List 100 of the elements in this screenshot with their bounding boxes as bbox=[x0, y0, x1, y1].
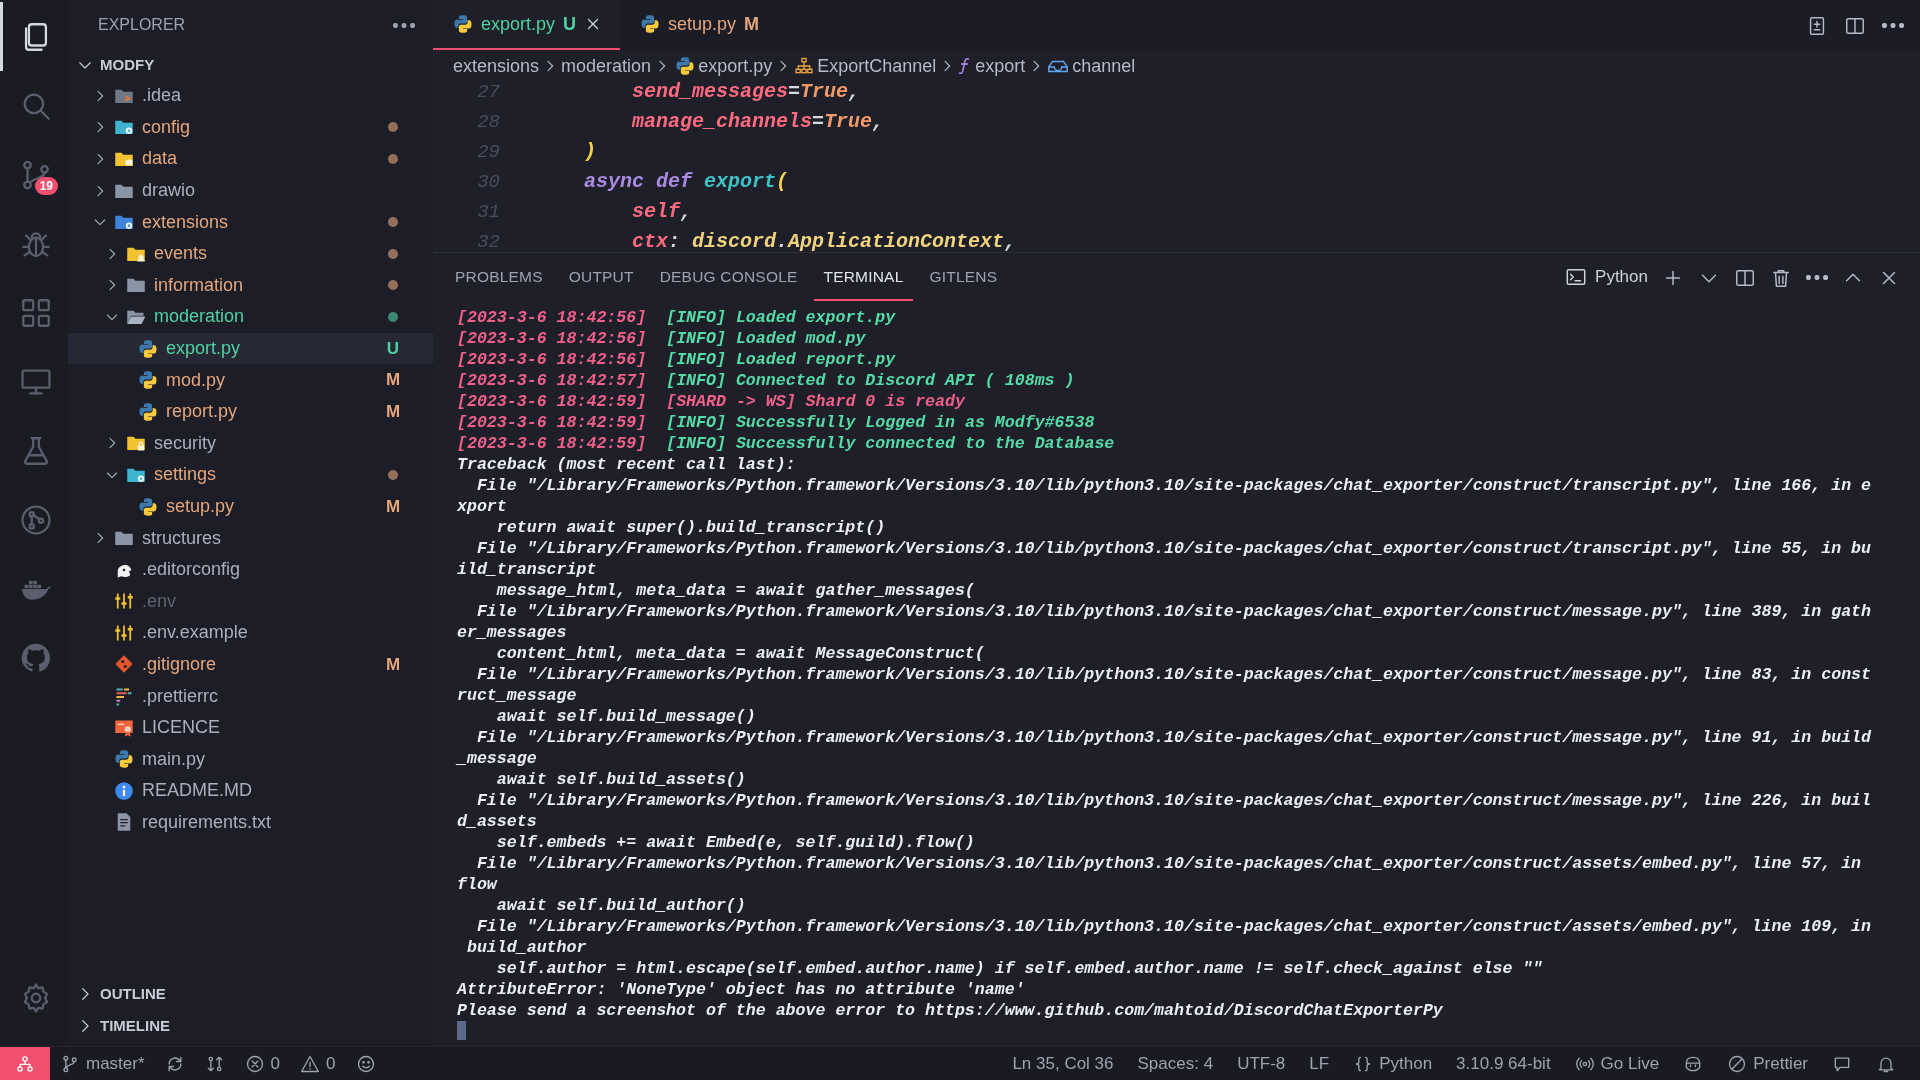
breadcrumb-item[interactable]: extensions bbox=[453, 52, 540, 80]
breadcrumb-item[interactable]: export bbox=[975, 52, 1026, 80]
hierarchy-icon bbox=[794, 56, 815, 76]
breadcrumb-item[interactable]: moderation bbox=[561, 52, 652, 80]
tree-item[interactable]: security bbox=[68, 427, 433, 460]
python-icon bbox=[138, 370, 158, 391]
editor-tab[interactable]: export.py U bbox=[433, 0, 621, 50]
status-item[interactable]: Ln 35, Col 36 bbox=[1000, 1047, 1126, 1080]
terminal-line: File "/Library/Frameworks/Python.framework/Versions/3.10/lib/python3.10/site-packages/chat_exporter/construct/message.py", line 226, in buil bbox=[475, 791, 1872, 810]
breadcrumb-item[interactable]: export.py bbox=[698, 52, 773, 80]
tree-item[interactable]: .editorconfig bbox=[68, 553, 433, 586]
status-item[interactable]: 3.10.9 64-bit bbox=[1444, 1047, 1563, 1080]
status-item[interactable]: Prettier bbox=[1715, 1047, 1820, 1080]
code-line: ctx: discord.ApplicationContext, bbox=[631, 229, 1017, 252]
info-icon bbox=[114, 780, 134, 801]
status-item[interactable]: 0 bbox=[234, 1047, 291, 1080]
tree-item[interactable]: .prettierrc bbox=[68, 680, 433, 712]
terminal-line: message_html, meta_data = await gather_messages( bbox=[495, 581, 975, 600]
section-header[interactable]: MODFY bbox=[68, 50, 433, 80]
tree-item[interactable]: mod.py M bbox=[68, 364, 433, 396]
diamond-icon bbox=[114, 654, 134, 675]
terminal-line: File "/Library/Frameworks/Python.framework/Versions/3.10/lib/python3.10/site-packages/chat_exporter/construct/assets/embed.py", line 57, in bbox=[475, 854, 1862, 873]
terminal-line: Traceback (most recent call last): bbox=[457, 455, 796, 474]
git-status-letter: U bbox=[385, 337, 401, 360]
timestamp: [2023-3-6 18:42:56] bbox=[457, 308, 647, 327]
timestamp: [2023-3-6 18:42:56] bbox=[457, 350, 647, 369]
log-message: [INFO] Loaded export.py bbox=[666, 308, 896, 327]
editor-tab[interactable]: setup.py M bbox=[620, 0, 778, 50]
error-icon bbox=[244, 1053, 265, 1074]
python-icon bbox=[138, 496, 158, 517]
timestamp: [2023-3-6 18:42:57] bbox=[457, 371, 647, 390]
status-item[interactable]: Python bbox=[1341, 1047, 1445, 1080]
more-icon bbox=[1806, 275, 1828, 281]
terminal-line: AttributeError: 'NoneType' object has no attribute 'name' bbox=[457, 980, 1025, 999]
git-status-letter: M bbox=[384, 369, 402, 392]
panel-tab[interactable]: DEBUG CONSOLE bbox=[649, 253, 808, 301]
timestamp: [2023-3-6 18:42:59] bbox=[457, 392, 647, 411]
tree-item[interactable]: drawio bbox=[68, 174, 433, 207]
tree-item[interactable]: moderation bbox=[68, 301, 433, 333]
breadcrumb-item[interactable]: channel bbox=[1072, 52, 1136, 80]
tree-item[interactable]: settings bbox=[68, 459, 433, 491]
smiley-icon bbox=[355, 1053, 376, 1074]
terminal-line: await self.build_assets() bbox=[495, 770, 746, 789]
terminal-line: return await super().build_transcript() bbox=[495, 518, 886, 537]
more-icon bbox=[393, 23, 415, 29]
status-item[interactable]: Go Live bbox=[1562, 1047, 1672, 1080]
tree-item[interactable]: .idea bbox=[68, 80, 433, 112]
status-item[interactable]: master* bbox=[50, 1047, 155, 1080]
tree-item[interactable]: data bbox=[68, 143, 433, 175]
terminal-line: xport bbox=[457, 497, 507, 516]
status-item[interactable]: UTF-8 bbox=[1225, 1047, 1298, 1080]
terminal-line: File "/Library/Frameworks/Python.framework/Versions/3.10/lib/python3.10/site-packages/chat_exporter/construct/assets/embed.py", line 109, in bbox=[475, 917, 1872, 936]
log-message: [INFO] Successfully Logged in as Modfy#6538 bbox=[666, 413, 1095, 432]
status-item[interactable]: LF bbox=[1297, 1047, 1342, 1080]
git-status-letter: M bbox=[384, 653, 402, 676]
panel-tab[interactable]: GITLENS bbox=[919, 253, 1008, 301]
terminal-line: ruct_message bbox=[457, 686, 577, 705]
python-icon bbox=[138, 401, 158, 422]
status-item[interactable]: Spaces: 4 bbox=[1125, 1047, 1226, 1080]
code-line: self, bbox=[631, 199, 693, 225]
code-line: async def export( bbox=[583, 169, 789, 195]
panel-tab[interactable]: OUTPUT bbox=[558, 253, 644, 301]
striped-icon bbox=[114, 686, 134, 707]
tree-item[interactable]: .env.example bbox=[68, 617, 433, 649]
sliders-icon bbox=[114, 591, 134, 612]
tree-item[interactable]: setup.py M bbox=[68, 490, 433, 523]
tree-item[interactable]: .gitignore M bbox=[68, 648, 433, 681]
terminal-selector[interactable]: Python bbox=[1565, 264, 1648, 290]
tree-item[interactable]: structures bbox=[68, 522, 433, 554]
section-header[interactable]: OUTLINE bbox=[68, 978, 433, 1010]
terminal-line: flow bbox=[457, 875, 497, 894]
code-line: send_messages=True, bbox=[631, 82, 861, 105]
gitlens-icon bbox=[18, 502, 53, 537]
log-message: [INFO] Loaded mod.py bbox=[666, 329, 866, 348]
git-status-letter: U bbox=[563, 12, 577, 36]
tree-item[interactable]: export.py U bbox=[68, 332, 433, 365]
terminal-line: File "/Library/Frameworks/Python.framework/Versions/3.10/lib/python3.10/site-packages/chat_exporter/construct/message.py", line 83, in const bbox=[475, 665, 1872, 684]
tree-item[interactable]: report.py M bbox=[68, 395, 433, 428]
terminal-line: await self.build_message() bbox=[495, 707, 756, 726]
tree-item[interactable]: extensions bbox=[68, 206, 433, 238]
python-icon bbox=[138, 338, 158, 359]
log-message: [INFO] Connected to Discord API ( 108ms ) bbox=[666, 371, 1075, 390]
tree-item[interactable]: README.MD bbox=[68, 775, 433, 807]
breadcrumb-item[interactable]: ExportChannel bbox=[817, 52, 937, 80]
warning-icon bbox=[300, 1053, 321, 1074]
tree-item[interactable]: main.py bbox=[68, 743, 433, 776]
tree-item[interactable]: config bbox=[68, 111, 433, 144]
tree-item[interactable]: events bbox=[68, 237, 433, 270]
terminal-line: Please send a screenshot of the above error to https://www.github.com/mahtoid/DiscordChatExporterPy bbox=[457, 1001, 1443, 1020]
terminal-line: File "/Library/Frameworks/Python.framework/Versions/3.10/lib/python3.10/site-packages/chat_exporter/construct/transcript.py", line 166, in e bbox=[475, 476, 1872, 495]
panel-tab[interactable]: PROBLEMS bbox=[445, 253, 553, 301]
tree-item[interactable]: information bbox=[68, 269, 433, 302]
tree-item[interactable]: requirements.txt bbox=[68, 806, 433, 839]
panel-tab[interactable]: TERMINAL bbox=[813, 253, 914, 301]
terminal-line: await self.build_author() bbox=[495, 896, 746, 915]
tree-item[interactable]: LICENCE bbox=[68, 711, 433, 744]
status-item[interactable]: 0 bbox=[290, 1047, 346, 1080]
terminal-line: _message bbox=[457, 749, 537, 768]
slash-circle-icon bbox=[1727, 1053, 1748, 1074]
section-header[interactable]: TIMELINE bbox=[68, 1010, 433, 1042]
